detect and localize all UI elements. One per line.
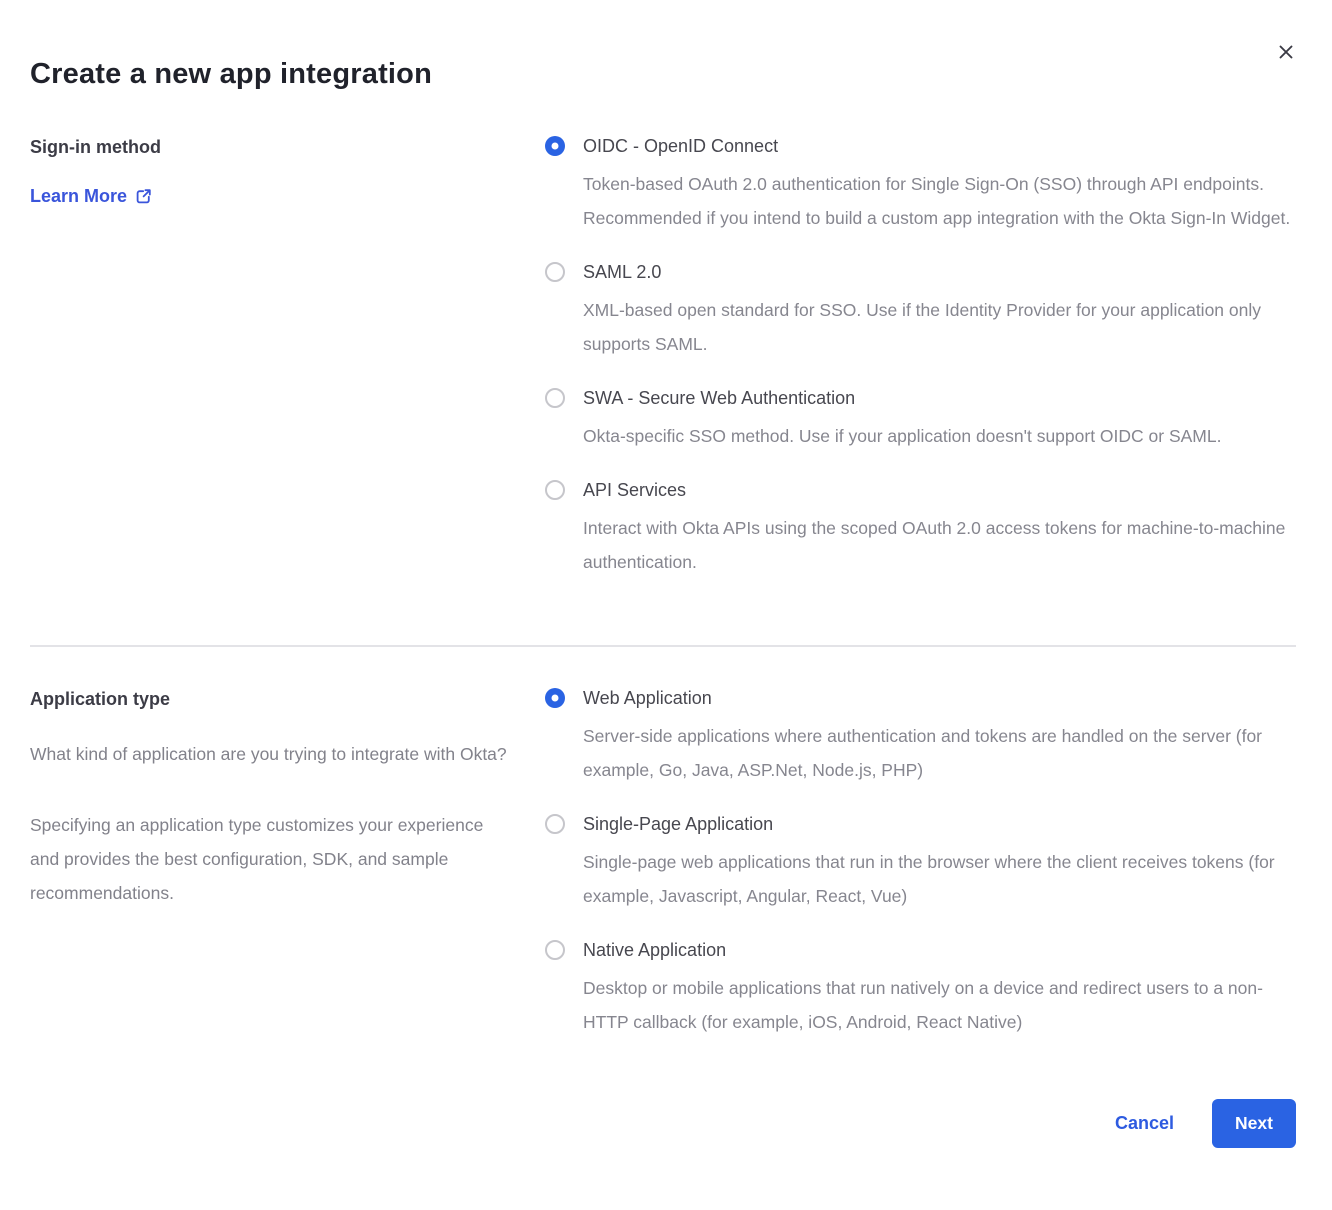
radio-unselected-icon[interactable] xyxy=(545,388,565,408)
next-button[interactable]: Next xyxy=(1212,1099,1296,1148)
option-description: Desktop or mobile applications that run … xyxy=(583,971,1296,1039)
radio-option-oidc[interactable]: OIDC - OpenID Connect Token-based OAuth … xyxy=(545,135,1296,235)
radio-unselected-icon[interactable] xyxy=(545,262,565,282)
option-description: Interact with Okta APIs using the scoped… xyxy=(583,511,1296,579)
close-icon xyxy=(1278,44,1294,60)
radio-selected-icon[interactable] xyxy=(545,136,565,156)
option-label: OIDC - OpenID Connect xyxy=(583,135,1296,158)
dialog-footer: Cancel Next xyxy=(30,1099,1296,1148)
external-link-icon xyxy=(135,188,152,205)
section-divider xyxy=(30,645,1296,647)
radio-option-swa[interactable]: SWA - Secure Web Authentication Okta-spe… xyxy=(545,387,1296,453)
application-type-left-column: Application type What kind of applicatio… xyxy=(30,687,545,910)
option-label: Web Application xyxy=(583,687,1296,710)
create-app-integration-dialog: Create a new app integration Sign-in met… xyxy=(0,0,1332,1210)
option-description: Okta-specific SSO method. Use if your ap… xyxy=(583,419,1221,453)
option-description: XML-based open standard for SSO. Use if … xyxy=(583,293,1296,361)
radio-option-native-application[interactable]: Native Application Desktop or mobile app… xyxy=(545,939,1296,1039)
option-label: SAML 2.0 xyxy=(583,261,1296,284)
signin-method-heading: Sign-in method xyxy=(30,135,545,159)
close-button[interactable] xyxy=(1274,40,1298,64)
application-type-heading: Application type xyxy=(30,687,545,711)
radio-option-single-page-application[interactable]: Single-Page Application Single-page web … xyxy=(545,813,1296,913)
option-label: SWA - Secure Web Authentication xyxy=(583,387,1221,410)
option-description: Server-side applications where authentic… xyxy=(583,719,1296,787)
option-description: Token-based OAuth 2.0 authentication for… xyxy=(583,167,1296,235)
option-label: API Services xyxy=(583,479,1296,502)
radio-option-api-services[interactable]: API Services Interact with Okta APIs usi… xyxy=(545,479,1296,579)
cancel-button[interactable]: Cancel xyxy=(1115,1113,1174,1134)
page-title: Create a new app integration xyxy=(30,58,1296,91)
radio-unselected-icon[interactable] xyxy=(545,814,565,834)
signin-method-left-column: Sign-in method Learn More xyxy=(30,135,545,207)
radio-option-saml[interactable]: SAML 2.0 XML-based open standard for SSO… xyxy=(545,261,1296,361)
application-type-options: Web Application Server-side applications… xyxy=(545,687,1296,1039)
radio-unselected-icon[interactable] xyxy=(545,480,565,500)
application-type-explanation: Specifying an application type customize… xyxy=(30,808,508,910)
radio-selected-icon[interactable] xyxy=(545,688,565,708)
radio-option-web-application[interactable]: Web Application Server-side applications… xyxy=(545,687,1296,787)
signin-method-options: OIDC - OpenID Connect Token-based OAuth … xyxy=(545,135,1296,579)
option-description: Single-page web applications that run in… xyxy=(583,845,1296,913)
signin-method-section: Sign-in method Learn More OIDC - OpenID … xyxy=(30,135,1296,579)
application-type-question: What kind of application are you trying … xyxy=(30,737,508,771)
application-type-section: Application type What kind of applicatio… xyxy=(30,687,1296,1039)
learn-more-link[interactable]: Learn More xyxy=(30,186,152,207)
option-label: Single-Page Application xyxy=(583,813,1296,836)
learn-more-label: Learn More xyxy=(30,186,127,207)
radio-unselected-icon[interactable] xyxy=(545,940,565,960)
option-label: Native Application xyxy=(583,939,1296,962)
